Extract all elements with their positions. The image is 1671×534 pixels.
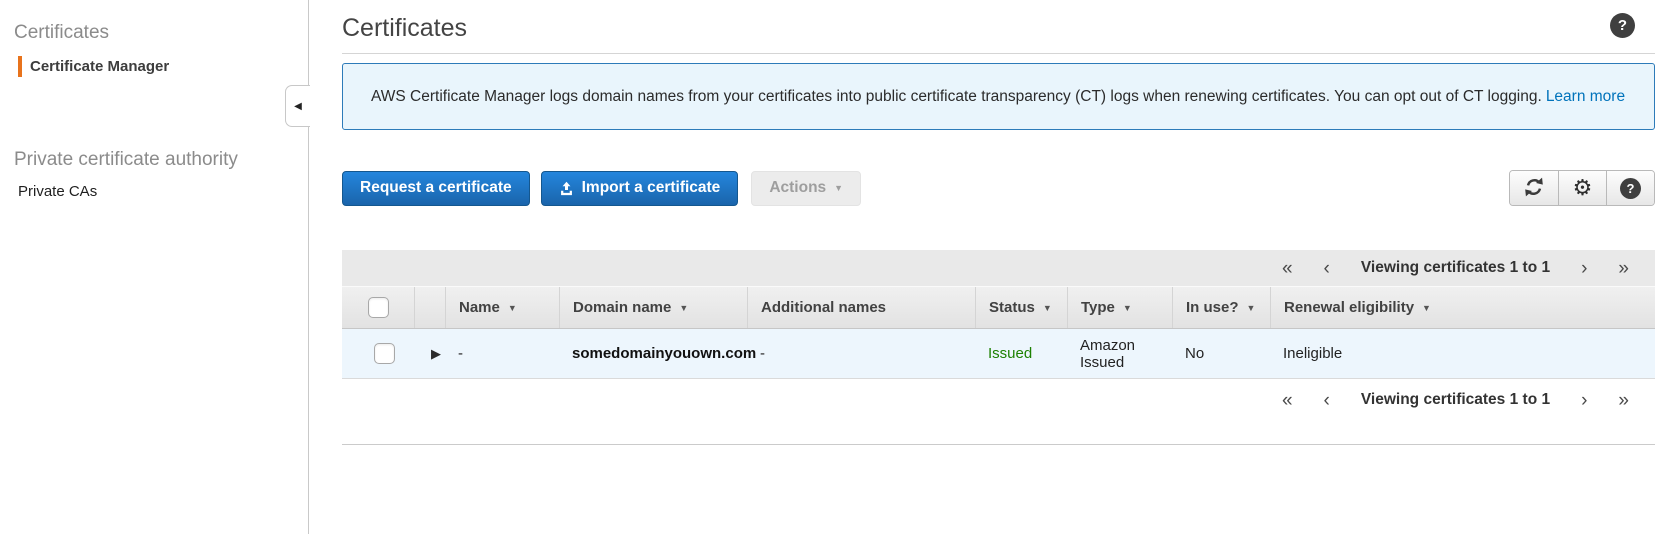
pagination-label: Viewing certificates 1 to 1 xyxy=(1360,391,1551,408)
row-cell-renewal-eligibility: Ineligible xyxy=(1283,345,1343,362)
column-header-additional-names: Additional names xyxy=(747,287,975,328)
sort-icon: ▼ xyxy=(1122,302,1132,313)
sidebar-heading-private-ca: Private certificate authority xyxy=(14,149,238,170)
column-header-status-label: Status xyxy=(989,299,1035,316)
sidebar-item-certificate-manager[interactable]: Certificate Manager xyxy=(18,56,308,77)
row-cell-in-use: No xyxy=(1185,345,1205,362)
table-header-row: Name ▼ Domain name ▼ Additional names St… xyxy=(342,286,1655,329)
row-cell-type: Amazon Issued xyxy=(1080,336,1136,371)
column-header-renewal-eligibility-label: Renewal eligibility xyxy=(1284,299,1415,316)
first-page-button[interactable]: « xyxy=(1282,259,1293,278)
import-certificate-label: Import a certificate xyxy=(581,179,721,196)
sort-icon: ▼ xyxy=(1422,302,1431,313)
certificates-table: « ‹ Viewing certificates 1 to 1 › » Name… xyxy=(342,250,1655,421)
prev-page-button[interactable]: ‹ xyxy=(1324,391,1330,410)
import-certificate-button[interactable]: Import a certificate xyxy=(540,170,739,206)
column-header-type[interactable]: Type ▼ xyxy=(1067,287,1172,328)
column-header-name-label: Name xyxy=(459,299,500,316)
row-cell-additional-names: - xyxy=(760,345,765,362)
request-certificate-button[interactable]: Request a certificate xyxy=(342,170,530,206)
page-title: Certificates xyxy=(342,14,468,42)
next-page-button[interactable]: › xyxy=(1581,259,1587,278)
next-page-button[interactable]: › xyxy=(1581,391,1587,410)
toolbar: Request a certificate Import a certifica… xyxy=(342,170,1655,206)
content-bottom-divider xyxy=(342,444,1655,445)
acm-console-page: Certificates Certificate Manager Private… xyxy=(0,0,1671,534)
sort-icon: ▼ xyxy=(1246,302,1256,313)
prev-page-button[interactable]: ‹ xyxy=(1324,259,1330,278)
row-cell-expander: ▶ xyxy=(414,329,445,378)
pagination-top: « ‹ Viewing certificates 1 to 1 › » xyxy=(342,250,1655,286)
chevron-left-icon: ◀ xyxy=(294,100,302,112)
ct-logging-info-banner: AWS Certificate Manager logs domain name… xyxy=(342,63,1655,130)
table-settings-button-group: ⚙ ? xyxy=(1509,170,1655,206)
sidebar: Certificates Certificate Manager Private… xyxy=(0,0,309,534)
banner-text: AWS Certificate Manager logs domain name… xyxy=(371,88,1542,105)
row-cell-checkbox xyxy=(342,329,414,378)
sidebar-item-private-cas[interactable]: Private CAs xyxy=(18,183,308,200)
column-header-in-use[interactable]: In use? ▼ xyxy=(1172,287,1270,328)
help-icon: ? xyxy=(1620,177,1641,199)
sort-icon: ▼ xyxy=(507,302,517,313)
sidebar-heading-certificates: Certificates xyxy=(14,22,110,43)
sidebar-collapse-button[interactable]: ◀ xyxy=(285,85,310,127)
column-header-status[interactable]: Status ▼ xyxy=(975,287,1067,328)
select-all-checkbox[interactable] xyxy=(367,297,389,318)
settings-button[interactable]: ⚙ xyxy=(1558,171,1606,205)
sort-icon: ▼ xyxy=(679,302,689,313)
learn-more-link[interactable]: Learn more xyxy=(1546,88,1625,105)
column-header-domain-name-label: Domain name xyxy=(573,299,672,316)
pagination-label: Viewing certificates 1 to 1 xyxy=(1360,259,1551,276)
last-page-button[interactable]: » xyxy=(1618,391,1629,410)
column-header-name[interactable]: Name ▼ xyxy=(445,287,559,328)
column-header-additional-names-label: Additional names xyxy=(761,299,887,316)
help-button[interactable]: ? xyxy=(1606,171,1654,205)
column-header-renewal-eligibility[interactable]: Renewal eligibility ▼ xyxy=(1270,287,1655,328)
help-icon[interactable]: ? xyxy=(1610,13,1635,38)
row-checkbox[interactable] xyxy=(374,343,395,364)
header-cell-checkbox xyxy=(342,287,414,328)
upload-icon xyxy=(559,181,574,196)
pagination-bottom: « ‹ Viewing certificates 1 to 1 › » xyxy=(342,379,1655,421)
row-cell-name: - xyxy=(458,345,463,362)
gear-icon: ⚙ xyxy=(1572,175,1593,200)
row-cell-domain-name: somedomainyouown.com xyxy=(572,345,757,362)
main-content: Certificates ? AWS Certificate Manager l… xyxy=(309,0,1671,534)
active-item-accent-bar xyxy=(18,56,22,77)
caret-down-icon: ▼ xyxy=(834,182,844,193)
actions-button[interactable]: Actions ▼ xyxy=(751,170,862,206)
row-cell-status: Issued xyxy=(988,345,1033,362)
actions-label: Actions xyxy=(769,179,827,196)
column-header-type-label: Type xyxy=(1081,299,1115,316)
expand-row-icon[interactable]: ▶ xyxy=(431,346,441,362)
column-header-in-use-label: In use? xyxy=(1186,299,1239,316)
sort-icon: ▼ xyxy=(1042,302,1052,313)
header-cell-expander xyxy=(414,287,445,328)
last-page-button[interactable]: » xyxy=(1618,259,1629,278)
certificate-table-row[interactable]: ▶ - somedomainyouown.com - Issued Amazon… xyxy=(342,329,1655,379)
page-header: Certificates ? xyxy=(342,0,1655,54)
first-page-button[interactable]: « xyxy=(1282,391,1293,410)
sidebar-item-certificate-manager-label: Certificate Manager xyxy=(30,58,170,75)
refresh-button[interactable] xyxy=(1510,171,1558,205)
column-header-domain-name[interactable]: Domain name ▼ xyxy=(559,287,747,328)
refresh-icon xyxy=(1523,176,1545,201)
